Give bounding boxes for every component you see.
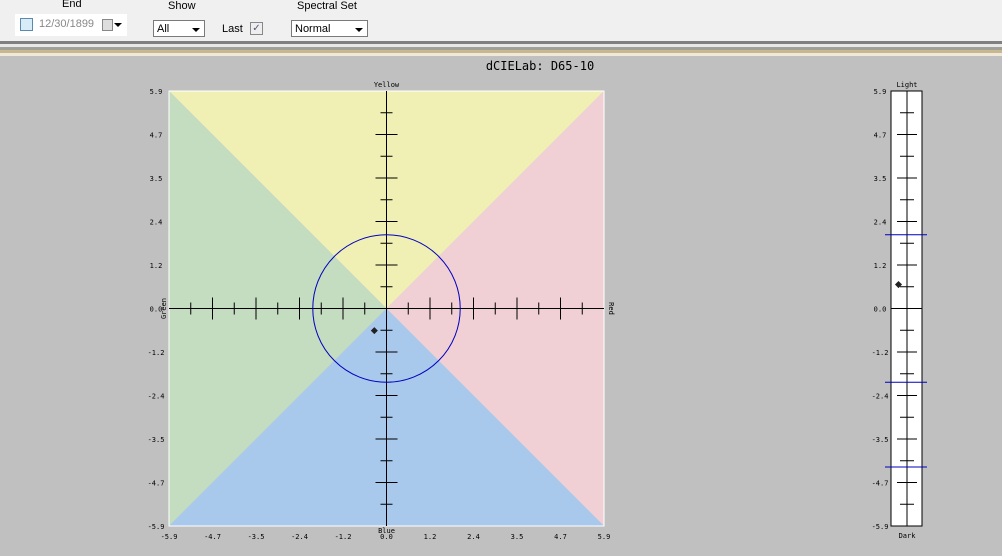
y-tick-label: 5.9 (150, 88, 163, 96)
y-tick-label: -4.7 (148, 480, 165, 488)
x-tick-label: -2.4 (291, 533, 308, 541)
y-tick-label: 2.4 (150, 219, 163, 227)
y-tick-label: 1.2 (150, 262, 163, 270)
axis-label-dark: Dark (899, 532, 917, 540)
y-tick-label: -5.9 (148, 523, 165, 531)
l-tick-label: -5.9 (872, 523, 889, 531)
l-tick-label: 1.2 (874, 262, 887, 270)
l-tick-label: 3.5 (874, 175, 887, 183)
axis-label-blue: Blue (378, 527, 395, 535)
y-tick-label: 3.5 (150, 175, 163, 183)
x-tick-label: 1.2 (424, 533, 437, 541)
x-tick-label: 2.4 (467, 533, 480, 541)
x-tick-label: 4.7 (554, 533, 567, 541)
x-tick-label: -5.9 (161, 533, 178, 541)
l-tick-label: -3.5 (872, 436, 889, 444)
axis-label-light: Light (896, 81, 917, 89)
y-tick-label: -2.4 (148, 393, 165, 401)
chart-title: dCIELab: D65-10 (486, 59, 594, 73)
l-tick-label: 5.9 (874, 88, 887, 96)
x-tick-label: 5.9 (598, 533, 611, 541)
x-tick-label: -1.2 (335, 533, 352, 541)
l-tick-label: -4.7 (872, 480, 889, 488)
l-tick-label: -2.4 (872, 393, 889, 401)
axis-label-yellow: Yellow (374, 81, 400, 89)
l-tick-label: 4.7 (874, 132, 887, 140)
l-tick-label: 0.0 (874, 306, 887, 314)
y-tick-label: -3.5 (148, 436, 165, 444)
l-tick-label: -1.2 (872, 349, 889, 357)
x-tick-label: 3.5 (511, 533, 524, 541)
x-tick-label: -3.5 (248, 533, 265, 541)
l-tick-label: 2.4 (874, 219, 887, 227)
y-tick-label: 4.7 (150, 132, 163, 140)
color-difference-plot: dCIELab: D65-10 -5.9 -5.9 -4.7 -4.7 -3.5 -3.5… (148, 59, 927, 541)
y-tick-label: -1.2 (148, 349, 165, 357)
axis-label-red: Red (607, 302, 615, 315)
axis-label-green: Green (160, 298, 168, 319)
x-tick-label: -4.7 (204, 533, 221, 541)
